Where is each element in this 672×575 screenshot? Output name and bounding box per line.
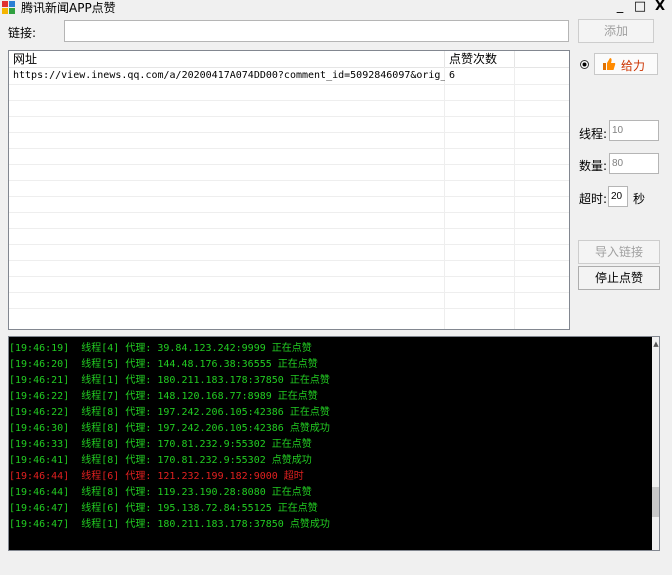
- log-line: [19:46:44] 线程[6] 代理: 121.232.199.182:900…: [9, 471, 304, 482]
- log-line: [19:46:33] 线程[8] 代理: 170.81.232.9:55302 …: [9, 439, 312, 450]
- thumbs-up-icon: [603, 58, 616, 70]
- log-line: [19:46:21] 线程[1] 代理: 180.211.183.178:378…: [9, 375, 330, 386]
- url-input[interactable]: [64, 20, 569, 42]
- grid-line: [9, 148, 569, 149]
- app-logo-icon: [2, 1, 15, 14]
- grid-line: [9, 132, 569, 133]
- log-scrollbar[interactable]: ▲: [652, 337, 659, 550]
- grid-line: [9, 212, 569, 213]
- log-console[interactable]: [19:46:19] 线程[4] 代理: 39.84.123.242:9999 …: [8, 336, 660, 551]
- timeout-label: 超时:: [579, 192, 608, 206]
- column-header-count[interactable]: 点赞次数: [445, 51, 515, 67]
- log-line: [19:46:41] 线程[8] 代理: 170.81.232.9:55302 …: [9, 455, 312, 466]
- table-header: 网址 点赞次数: [9, 51, 569, 68]
- log-line: [19:46:47] 线程[1] 代理: 180.211.183.178:378…: [9, 519, 330, 530]
- grid-line: [9, 292, 569, 293]
- timeout-unit: 秒: [633, 192, 646, 206]
- grid-line: [9, 308, 569, 309]
- import-links-button[interactable]: 导入链接: [578, 240, 660, 264]
- grid-line: [9, 84, 569, 85]
- minimize-button[interactable]: _: [610, 0, 630, 15]
- grid-line: [9, 164, 569, 165]
- radio-button-selected[interactable]: [580, 60, 589, 69]
- grid-line: [9, 100, 569, 101]
- log-line: [19:46:47] 线程[6] 代理: 195.138.72.84:55125…: [9, 503, 318, 514]
- log-line: [19:46:20] 线程[5] 代理: 144.48.176.38:36555…: [9, 359, 318, 370]
- grid-line: [9, 228, 569, 229]
- table-cell-url: https://view.inews.qq.com/a/20200417A074…: [13, 70, 445, 81]
- grid-line: [9, 116, 569, 117]
- timeout-input[interactable]: [608, 186, 628, 207]
- url-table[interactable]: 网址 点赞次数 https://view.inews.qq.com/a/2020…: [8, 50, 570, 330]
- log-line: [19:46:22] 线程[7] 代理: 148.120.168.77:8989…: [9, 391, 318, 402]
- table-cell-count: 6: [449, 70, 456, 81]
- quantity-input[interactable]: [609, 153, 659, 174]
- table-row[interactable]: https://view.inews.qq.com/a/20200417A074…: [9, 68, 569, 84]
- grid-line: [9, 276, 569, 277]
- give-button-label: 给力: [621, 59, 646, 73]
- maximize-button[interactable]: □: [630, 0, 650, 15]
- log-line: [19:46:22] 线程[8] 代理: 197.242.206.105:423…: [9, 407, 330, 418]
- column-divider: [444, 67, 445, 329]
- stop-like-button[interactable]: 停止点赞: [578, 266, 660, 290]
- grid-line: [9, 244, 569, 245]
- threads-input[interactable]: [609, 120, 659, 141]
- url-label: 链接:: [8, 26, 37, 40]
- column-divider: [514, 67, 515, 329]
- threads-label: 线程:: [579, 127, 608, 141]
- log-line: [19:46:44] 线程[8] 代理: 119.23.190.28:8080 …: [9, 487, 312, 498]
- close-button[interactable]: X: [650, 0, 670, 15]
- scroll-thumb[interactable]: [652, 487, 659, 517]
- log-line: [19:46:19] 线程[4] 代理: 39.84.123.242:9999 …: [9, 343, 312, 354]
- grid-line: [9, 260, 569, 261]
- log-line: [19:46:30] 线程[8] 代理: 197.242.206.105:423…: [9, 423, 330, 434]
- add-button[interactable]: 添加: [578, 19, 654, 43]
- grid-line: [9, 180, 569, 181]
- window-title: 腾讯新闻APP点赞: [21, 1, 116, 15]
- quantity-label: 数量:: [579, 159, 608, 173]
- scroll-up-arrow-icon[interactable]: ▲: [652, 337, 659, 351]
- grid-line: [9, 196, 569, 197]
- column-header-url[interactable]: 网址: [9, 51, 445, 67]
- title-bar: 腾讯新闻APP点赞 _ □ X: [0, 0, 672, 16]
- give-button[interactable]: 给力: [594, 53, 658, 75]
